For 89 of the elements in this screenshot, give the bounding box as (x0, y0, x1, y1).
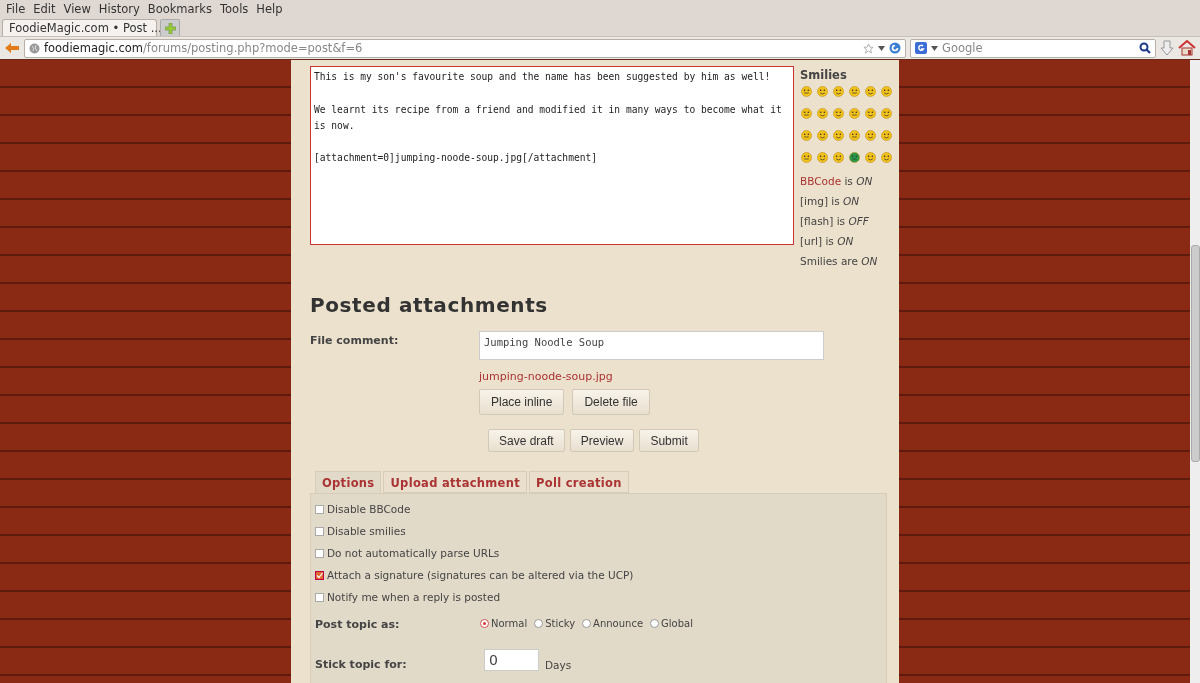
section-heading: Posted attachments (310, 293, 549, 317)
setting-status: BBCode is ON (800, 174, 874, 189)
checkbox[interactable] (315, 548, 324, 558)
search-field[interactable]: Google (910, 38, 1156, 58)
back-icon[interactable] (4, 42, 20, 54)
file-link[interactable]: jumping-noode-soup.jpg (479, 370, 613, 383)
bbcode-link[interactable]: BBCode (800, 175, 842, 187)
form-action-button[interactable]: Preview (569, 429, 635, 452)
form-action-button[interactable]: Save draft (488, 429, 565, 452)
radio-button[interactable] (582, 618, 592, 628)
smiley-icon[interactable] (801, 86, 812, 97)
plus-icon (164, 22, 176, 34)
smiley-icon[interactable] (801, 130, 812, 141)
message-field[interactable]: This is my son's favourite soup and the name has been suggested by him as well! We learnt its recipe from a friend and modified it in many ways to become what it is now. [attachment=0]jumping-noode-soup.jpg[/attachment] (310, 66, 794, 245)
checkbox-label: Do not automatically parse URLs (327, 547, 500, 559)
checkbox[interactable] (315, 592, 324, 602)
field-label: Post topic as: (315, 617, 401, 631)
smiley-icon[interactable] (801, 108, 812, 119)
form-action-button[interactable]: Submit (639, 429, 699, 452)
reload-icon[interactable] (889, 42, 901, 54)
comment-field[interactable]: Jumping Noodle Soup (479, 331, 824, 360)
checkbox-label: Disable BBCode (327, 503, 411, 515)
smiley-icon[interactable] (849, 86, 860, 97)
star-icon[interactable] (863, 42, 874, 54)
smiley-icon[interactable] (865, 152, 876, 163)
setting-status: [url] is ON (800, 234, 855, 249)
smiley-icon[interactable] (833, 86, 844, 97)
menu-item[interactable]: History (94, 2, 144, 16)
smiley-icon[interactable] (817, 108, 828, 119)
url-path: /forums/posting.php?mode=post&f=6 (143, 41, 363, 55)
smiley-icon[interactable] (881, 130, 892, 141)
file-action-button[interactable]: Place inline (479, 389, 565, 415)
dropdown-icon[interactable] (878, 45, 885, 51)
menu-item[interactable]: Tools (216, 2, 253, 16)
globe-icon (29, 42, 40, 54)
checkbox[interactable] (315, 504, 324, 514)
menu-item[interactable]: View (59, 2, 95, 16)
scrollbar[interactable] (1190, 60, 1200, 683)
file-action-button[interactable]: Delete file (572, 389, 650, 415)
smiley-icon[interactable] (849, 130, 860, 141)
google-logo-icon[interactable] (915, 42, 927, 54)
field-label: File comment: (310, 333, 400, 349)
unit-label: Days (545, 659, 572, 671)
smiley-icon[interactable] (833, 130, 844, 141)
smiley-icon[interactable] (865, 130, 876, 141)
smiley-icon[interactable] (849, 152, 860, 163)
radio-button[interactable] (480, 618, 489, 628)
checkbox-label: Notify me when a reply is posted (327, 591, 501, 603)
smiley-icon[interactable] (817, 86, 828, 97)
search-placeholder: Google (942, 41, 984, 55)
checkbox-label: Disable smilies (327, 525, 406, 537)
smiley-icon[interactable] (865, 86, 876, 97)
radio-label: Normal (491, 617, 528, 629)
smiley-icon[interactable] (833, 108, 844, 119)
search-icon[interactable] (1139, 42, 1151, 54)
smiley-icon[interactable] (833, 152, 844, 163)
menu-item[interactable]: Help (252, 2, 287, 16)
setting-status: Smilies are ON (800, 254, 879, 269)
radio-label: Sticky (545, 617, 576, 629)
smiley-icon[interactable] (865, 108, 876, 119)
smiley-icon[interactable] (881, 152, 892, 163)
setting-status: [img] is ON (800, 194, 861, 209)
url-host: foodiemagic.com (44, 41, 143, 55)
setting-status: [flash] is OFF (800, 214, 870, 229)
field-label: Stick topic for: (315, 657, 408, 671)
radio-label: Global (661, 617, 693, 629)
checkbox[interactable] (315, 570, 324, 580)
menu-item[interactable]: Edit (29, 2, 60, 16)
radio-button[interactable] (650, 618, 660, 628)
dropdown-icon[interactable] (931, 45, 938, 51)
smiley-icon[interactable] (801, 152, 812, 163)
address-bar[interactable]: foodiemagic.com/forums/posting.php?mode=post&f=6 (24, 38, 906, 58)
options-tab[interactable]: Poll creation (529, 471, 629, 493)
smiley-icon[interactable] (817, 130, 828, 141)
smiley-icon[interactable] (881, 86, 892, 97)
checkbox-label: Attach a signature (signatures can be altered via the UCP) (327, 569, 634, 581)
smiley-icon[interactable] (881, 108, 892, 119)
checkbox[interactable] (315, 526, 324, 536)
smiley-icon[interactable] (849, 108, 860, 119)
radio-label: Announce (593, 617, 644, 629)
smilies-heading: Smilies (800, 68, 848, 82)
options-tab[interactable]: Upload attachment (383, 471, 527, 493)
radio-button[interactable] (534, 618, 544, 628)
smiley-icon[interactable] (817, 152, 828, 163)
options-tab[interactable]: Options (315, 471, 382, 493)
menu-item[interactable]: File (2, 2, 30, 16)
menu-item[interactable]: Bookmarks (143, 2, 216, 16)
home-icon[interactable] (1178, 40, 1196, 56)
days-field[interactable]: 0 (484, 649, 539, 671)
